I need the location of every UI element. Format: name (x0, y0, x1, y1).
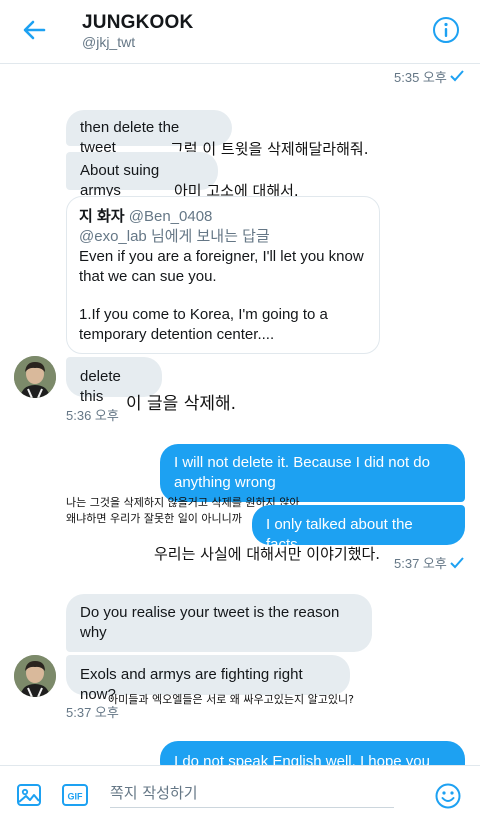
message-input[interactable] (110, 778, 394, 808)
message-bubble-incoming[interactable]: Do you realise your tweet is the reason … (66, 594, 372, 652)
timestamp: 5:37 오후 (66, 705, 119, 720)
korean-translation: 이 글을 삭제해. (126, 394, 237, 414)
message-text: About suing armys (80, 162, 160, 199)
conversation-header: JUNGKOOK @jkj_twt (0, 0, 480, 64)
quoted-tweet-handle: @Ben_0408 (128, 208, 213, 225)
quoted-tweet-text: temporary detention center.... (79, 326, 275, 343)
quoted-tweet-text: that we can sue you. (79, 268, 217, 285)
message-text: Do you realise your tweet is the reason (80, 604, 340, 621)
message-composer: GIF (0, 765, 480, 823)
quoted-tweet-text: 1.If you come to Korea, I'm going to a (79, 306, 328, 323)
read-check-icon (450, 70, 464, 82)
korean-translation: 왜냐하면 우리가 잘못한 일이 아니니까 (66, 512, 242, 525)
timestamp: 5:36 오후 (66, 408, 119, 423)
quoted-tweet-card[interactable]: 지 화자 @Ben_0408 @exo_lab 님에게 보내는 답글 Even … (66, 196, 380, 354)
quoted-tweet-text: Even if you are a foreigner, I'll let yo… (79, 248, 364, 265)
image-icon[interactable] (16, 782, 42, 808)
quoted-tweet-reply-to: @exo_lab 님에게 보내는 답글 (79, 228, 270, 245)
message-text: then delete the tweet (80, 119, 180, 156)
message-bubble-outgoing[interactable]: I only talked about the facts. (252, 505, 465, 553)
gif-icon[interactable]: GIF (62, 783, 88, 807)
message-bubble-incoming[interactable]: Exols and armys are fighting right now? (66, 655, 350, 703)
avatar[interactable] (14, 356, 56, 398)
info-icon[interactable] (432, 16, 460, 44)
message-text: anything wrong (174, 474, 276, 491)
quoted-tweet-author: 지 화자 (79, 208, 125, 225)
timestamp: 5:37 오후 (394, 556, 447, 571)
message-text: why (80, 624, 107, 641)
timestamp: 5:35 오후 (394, 70, 447, 85)
gif-label: GIF (68, 792, 84, 802)
message-text: I will not delete it. Because I did not … (174, 454, 430, 471)
korean-translation: 아미들과 엑오엘들은 서로 왜 싸우고있는지 알고있니? (108, 693, 354, 706)
avatar[interactable] (14, 655, 56, 697)
conversation-handle: @jkj_twt (82, 34, 136, 50)
emoji-icon[interactable] (434, 782, 462, 810)
conversation-title: JUNGKOOK (82, 12, 194, 33)
read-check-icon (450, 557, 464, 569)
korean-translation: 우리는 사실에 대해서만 이야기했다. (154, 545, 381, 563)
message-text: delete this (80, 368, 121, 405)
back-arrow-icon[interactable] (18, 14, 50, 46)
